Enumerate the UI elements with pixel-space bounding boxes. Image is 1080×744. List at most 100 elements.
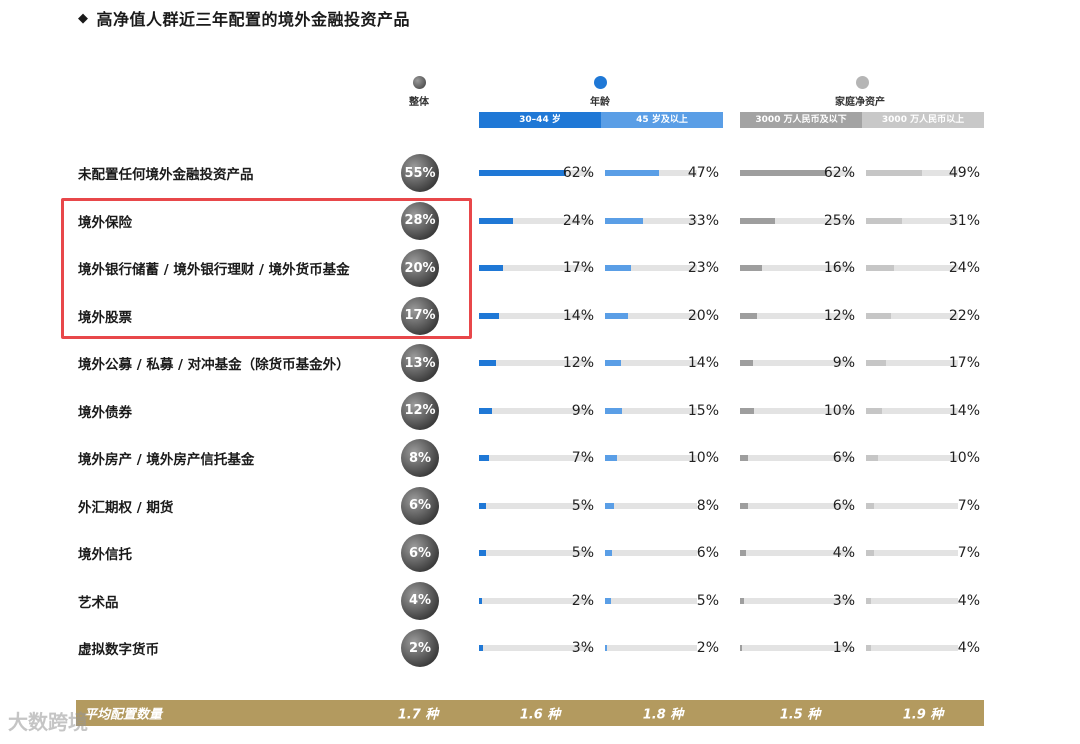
overall-value-circle: 13% — [401, 344, 439, 382]
value-label-age-45-plus: 6% — [696, 545, 719, 561]
value-label-age-45-plus: 10% — [687, 450, 719, 466]
overall-header: 整体 — [409, 97, 429, 108]
bar-age-30-44 — [479, 217, 513, 224]
bar-age-30-44 — [479, 265, 503, 271]
bar-age-30-44 — [479, 502, 486, 509]
value-label-wealth-above-30m: 7% — [957, 497, 980, 514]
value-label-wealth-above-30m: 49% — [948, 165, 980, 181]
value-label-wealth-below-30m: 10% — [823, 402, 855, 419]
bar-wealth-below-30m — [740, 407, 754, 414]
age-group-45-plus: 45 岁及以上 — [601, 112, 723, 128]
value-label-wealth-above-30m: 10% — [948, 450, 980, 466]
chart-row: 境外债券 12% 9% 15% 10% 14% — [0, 387, 1080, 435]
overall-value-circle: 6% — [401, 486, 439, 525]
value-label-age-30-44: 24% — [562, 212, 594, 229]
value-label-wealth-above-30m: 31% — [948, 212, 980, 229]
bar-age-45-plus — [605, 407, 622, 414]
wealth-group-below-30m: 3000 万人民币及以下 — [740, 112, 862, 128]
wealth-group-header: 3000 万人民币及以下 3000 万人民币以上 — [740, 112, 984, 128]
value-label-wealth-below-30m: 12% — [823, 307, 855, 324]
overall-value-circle: 8% — [401, 439, 439, 477]
chart-title-text: 高净值人群近三年配置的境外金融投资产品 — [96, 10, 411, 29]
bar-wealth-below-30m — [740, 502, 748, 509]
overall-value-circle: 12% — [401, 391, 439, 430]
watermark: 大数跨境 — [8, 706, 88, 735]
bar-age-30-44 — [479, 360, 496, 366]
bar-wealth-above-30m — [866, 597, 871, 604]
bar-age-45-plus — [605, 645, 607, 651]
bar-wealth-above-30m — [866, 455, 878, 461]
bar-age-45-plus — [605, 217, 643, 224]
bar-wealth-above-30m — [866, 217, 902, 224]
diamond-icon: ◆ — [78, 10, 89, 26]
wealth-header: 家庭净资产 — [835, 97, 885, 108]
age-dot-icon — [594, 76, 607, 89]
value-label-wealth-above-30m: 7% — [957, 545, 980, 561]
value-label-age-45-plus: 23% — [687, 260, 719, 276]
footer-label: 平均配置数量 — [84, 707, 163, 723]
bar-age-45-plus — [605, 265, 631, 271]
bar-age-45-plus — [605, 455, 617, 461]
chart-title: ◆ 高净值人群近三年配置的境外金融投资产品 — [78, 6, 410, 30]
category-label: 境外信托 — [78, 547, 132, 563]
value-label-wealth-above-30m: 4% — [957, 592, 980, 609]
bar-age-30-44 — [479, 550, 486, 556]
overall-value-circle: 4% — [401, 581, 439, 620]
bar-wealth-above-30m — [866, 265, 894, 271]
value-label-age-30-44: 7% — [571, 450, 594, 466]
age-header: 年龄 — [590, 97, 610, 108]
category-label: 外汇期权 / 期货 — [78, 499, 174, 516]
value-label-wealth-above-30m: 17% — [948, 355, 980, 371]
bar-age-45-plus — [605, 360, 621, 366]
bar-wealth-below-30m — [740, 217, 775, 224]
bar-age-30-44 — [479, 597, 482, 604]
category-label: 艺术品 — [78, 594, 119, 611]
value-label-age-30-44: 3% — [571, 640, 594, 656]
bar-wealth-below-30m — [740, 455, 748, 461]
value-label-age-45-plus: 8% — [696, 497, 719, 514]
bar-wealth-above-30m — [866, 170, 922, 176]
chart-row: 境外信托 6% 5% 6% 4% 7% — [0, 529, 1080, 577]
value-label-wealth-below-30m: 25% — [823, 212, 855, 229]
bar-age-45-plus — [605, 597, 611, 604]
value-label-wealth-below-30m: 16% — [823, 260, 855, 276]
value-label-age-45-plus: 14% — [687, 355, 719, 371]
value-label-wealth-below-30m: 6% — [832, 450, 855, 466]
category-label: 未配置任何境外金融投资产品 — [78, 167, 254, 183]
value-label-wealth-below-30m: 4% — [832, 545, 855, 561]
bar-wealth-below-30m — [740, 550, 746, 556]
wealth-dot-icon — [856, 76, 869, 89]
bar-wealth-above-30m — [866, 312, 891, 319]
chart-row: 未配置任何境外金融投资产品 55% 62% 47% 62% 49% — [0, 149, 1080, 197]
bar-wealth-above-30m — [866, 502, 874, 509]
value-label-age-45-plus: 5% — [696, 592, 719, 609]
category-label: 境外房产 / 境外房产信托基金 — [78, 452, 255, 468]
overall-dot-icon — [413, 76, 426, 89]
value-label-wealth-below-30m: 6% — [832, 497, 855, 514]
overall-value-circle: 2% — [401, 629, 439, 667]
highlight-box — [61, 198, 472, 339]
age-group-header: 30–44 岁 45 岁及以上 — [479, 112, 723, 128]
value-label-wealth-below-30m: 1% — [832, 640, 855, 656]
value-label-wealth-above-30m: 22% — [948, 307, 980, 324]
value-label-wealth-below-30m: 3% — [832, 592, 855, 609]
chart-row: 外汇期权 / 期货 6% 5% 8% 6% 7% — [0, 482, 1080, 530]
value-label-age-45-plus: 20% — [687, 307, 719, 324]
footer-value-age-30-44: 1.6 种 — [519, 707, 561, 723]
bar-age-30-44 — [479, 455, 489, 461]
value-label-wealth-above-30m: 24% — [948, 260, 980, 276]
chart-row: 境外公募 / 私募 / 对冲基金（除货币基金外） 13% 12% 14% 9% 17% — [0, 339, 1080, 387]
bar-wealth-below-30m — [740, 645, 742, 651]
bar-wealth-below-30m — [740, 597, 744, 604]
age-group-30-44: 30–44 岁 — [479, 112, 601, 128]
bar-age-45-plus — [605, 170, 659, 176]
value-label-age-30-44: 17% — [562, 260, 594, 276]
value-label-age-30-44: 12% — [562, 355, 594, 371]
bar-wealth-above-30m — [866, 360, 886, 366]
bar-wealth-below-30m — [740, 360, 753, 366]
value-label-age-30-44: 9% — [571, 402, 594, 419]
bar-age-45-plus — [605, 502, 614, 509]
value-label-age-30-44: 14% — [562, 307, 594, 324]
bar-wealth-above-30m — [866, 645, 871, 651]
bar-age-45-plus — [605, 312, 628, 319]
